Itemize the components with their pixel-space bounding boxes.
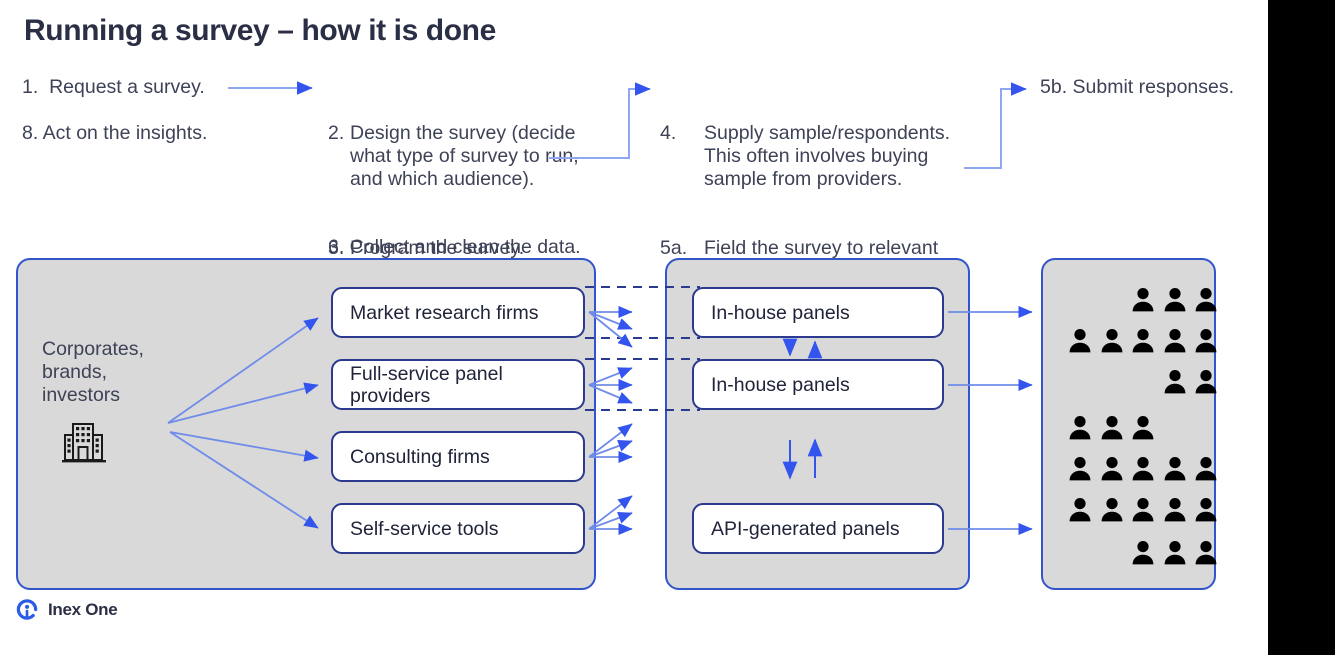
arrow-step5a-to-step5b xyxy=(964,82,1027,169)
arrows-selfservice-to-panels xyxy=(588,495,633,536)
brand-name: Inex One xyxy=(48,599,118,619)
footer-brand: Inex One xyxy=(16,598,118,621)
arrows-panels-to-respondents xyxy=(948,305,1033,536)
arrow-step3-to-step4 xyxy=(549,82,651,159)
slide-canvas: Running a survey – how it is done 1. Req… xyxy=(0,0,1268,655)
right-black-band xyxy=(1268,0,1335,655)
arrows-inhouse-exchange xyxy=(782,338,823,359)
arrows-midpanel-exchange xyxy=(782,438,823,480)
connector-overlay xyxy=(167,81,1033,536)
arrows-mrf-to-panels xyxy=(588,305,633,348)
arrows-consulting-to-panels xyxy=(588,423,633,464)
corporates-fanout-arrows xyxy=(167,317,319,529)
arrows-fsp-to-panels xyxy=(588,367,633,404)
inex-one-circle-logo xyxy=(16,599,38,620)
